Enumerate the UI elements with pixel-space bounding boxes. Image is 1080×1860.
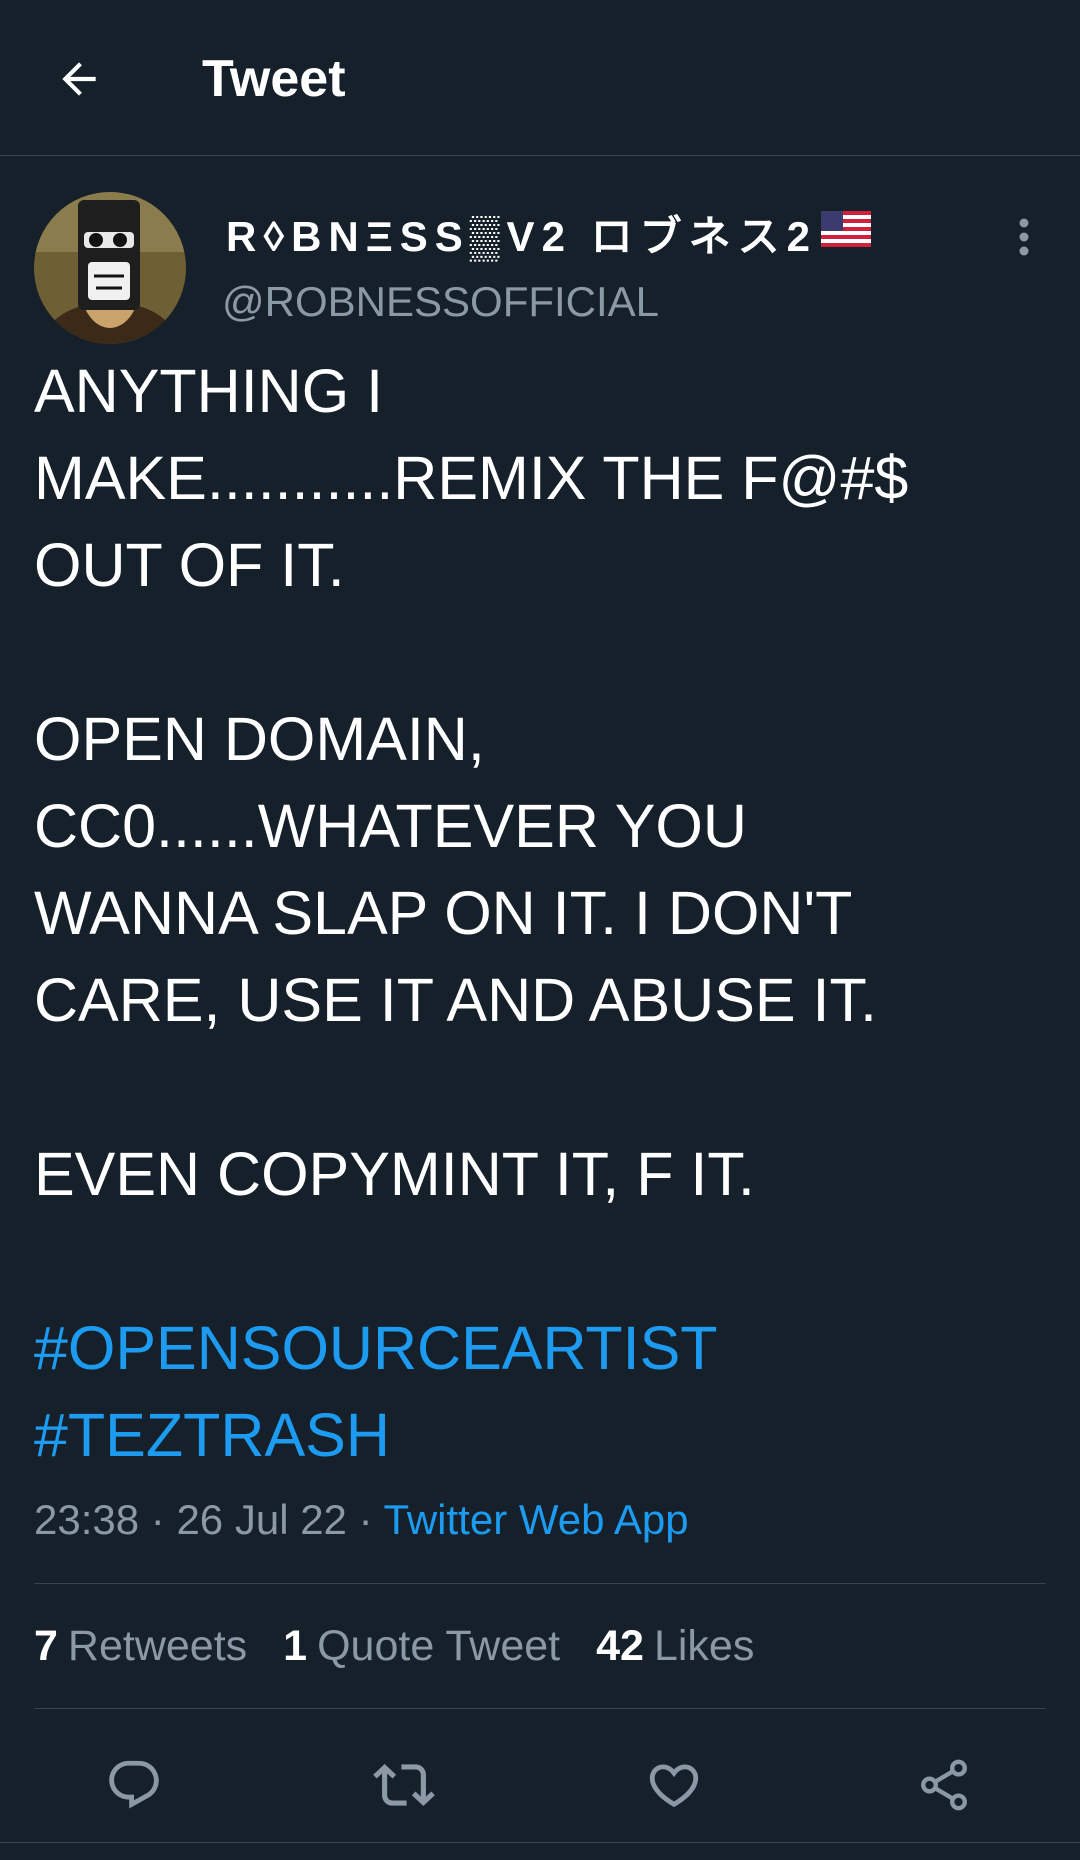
meta-separator: · [358,1496,373,1543]
tweet-line-blank [34,1218,1044,1305]
tweet-line: WANNA SLAP ON IT. I DON'T [34,879,853,947]
reply-icon [109,1760,159,1809]
hashtag-link[interactable]: #TEZTRASH [34,1392,1044,1479]
avatar[interactable] [34,192,186,344]
us-flag-icon [820,209,871,257]
retweet-button[interactable] [368,1749,440,1821]
back-button[interactable] [46,46,112,112]
tweet-line: CC0......WHATEVER YOU [34,792,747,860]
likes-count: 42 [596,1622,644,1670]
retweets-stat[interactable]: 7 Retweets [34,1618,247,1674]
author-display-name: R◊BNΞSS▒V2 ロブネス2 [226,212,817,260]
top-bar: Tweet [0,0,1080,156]
tweet-time[interactable]: 23:38 [34,1496,139,1543]
tweet-line: OUT OF IT. [34,531,345,599]
tweet-line: MAKE...........REMIX THE F@#$ [34,444,909,512]
author-handle[interactable]: @ROBNESSOFFICIAL [222,276,659,328]
likes-stat[interactable]: 42 Likes [596,1618,754,1674]
divider [34,1583,1046,1584]
tweet-line: ANYTHING I [34,357,384,425]
reply-button[interactable] [98,1749,170,1821]
more-vertical-icon [1019,218,1029,256]
tweet-line: OPEN DOMAIN, [34,705,485,773]
tweet-meta: 23:38 · 26 Jul 22 · Twitter Web App [34,1492,689,1548]
meta-separator: · [150,1496,165,1543]
retweets-label: Retweets [67,1622,248,1670]
tweet-text: ANYTHING I MAKE...........REMIX THE F@#$… [34,348,1044,1479]
tweet-line-blank [34,609,1044,696]
quote-tweets-count: 1 [283,1622,308,1670]
page-title: Tweet [202,50,346,108]
avatar-image [34,192,186,344]
like-button[interactable] [638,1749,710,1821]
heart-icon [649,1764,699,1808]
retweets-count: 7 [34,1622,58,1670]
retweet-icon [373,1764,435,1806]
quote-tweets-label: Quote Tweet [317,1622,561,1670]
likes-label: Likes [653,1622,755,1670]
tweet-line: CARE, USE IT AND ABUSE IT. [34,966,877,1034]
arrow-left-icon [62,62,96,96]
hashtag-link[interactable]: #OPENSOURCEARTIST [34,1305,1044,1392]
divider [0,1842,1080,1843]
tweet-line: EVEN COPYMINT IT, F IT. [34,1140,755,1208]
tweet-source-link[interactable]: Twitter Web App [384,1496,689,1543]
tweet-actions [0,1735,1080,1835]
share-button[interactable] [908,1749,980,1821]
quote-tweets-stat[interactable]: 1 Quote Tweet [283,1618,560,1674]
share-icon [921,1759,967,1811]
more-button[interactable] [1004,212,1044,262]
author-name[interactable]: R◊BNΞSS▒V2 ロブネス2 [226,208,871,260]
divider [34,1708,1046,1709]
engagement-stats: 7 Retweets 1 Quote Tweet 42 Likes [34,1618,754,1674]
tweet-line-blank [34,1044,1044,1131]
tweet-date[interactable]: 26 Jul 22 [176,1496,346,1543]
